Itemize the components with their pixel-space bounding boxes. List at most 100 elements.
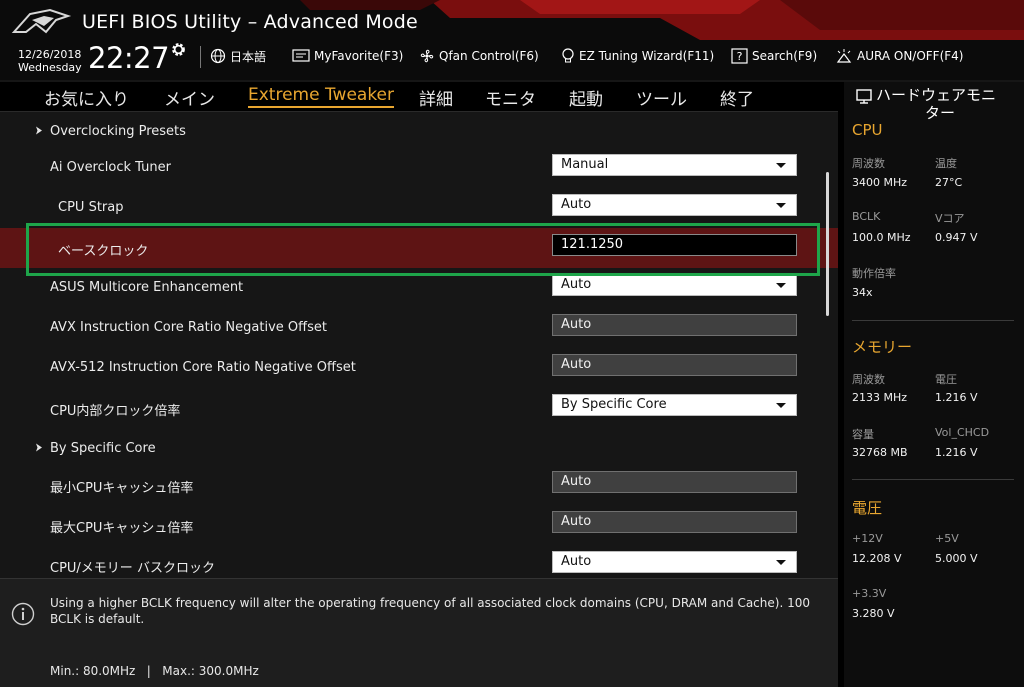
v5-label: +5V: [935, 532, 959, 545]
submenu-arrow-icon: [36, 443, 42, 452]
setting-label: CPU/メモリー バスクロック: [50, 561, 215, 576]
globe-icon: [210, 48, 226, 64]
setting-label: Overclocking Presets: [50, 124, 186, 139]
v33-value: 3.280 V: [852, 607, 895, 620]
cpu-ratio-label: 動作倍率: [852, 267, 896, 280]
qfan-control-label: Qfan Control(F6): [439, 49, 539, 63]
memory-chcd-label: Vol_CHCD: [935, 426, 990, 439]
setting-row-by-specific-core[interactable]: By Specific Core: [0, 429, 838, 469]
cpu-strap-dropdown[interactable]: Auto: [552, 194, 797, 216]
header-bar: UEFI BIOS Utility – Advanced Mode 12/26/…: [0, 0, 1024, 82]
help-description: Using a higher BCLK frequency will alter…: [50, 596, 810, 626]
setting-label: 最小CPUキャッシュ倍率: [50, 481, 194, 496]
tab-main[interactable]: メイン: [164, 85, 215, 110]
memory-capacity-label: 容量: [852, 428, 874, 441]
setting-row-overclocking-presets[interactable]: Overclocking Presets: [0, 112, 838, 152]
cpu-ratio-value: 34x: [852, 286, 873, 299]
setting-row-base-clock: ベースクロック 121.1250: [0, 228, 838, 268]
date-text: 12/26/2018: [18, 48, 82, 61]
help-panel: Using a higher BCLK frequency will alter…: [0, 578, 838, 687]
tab-advanced[interactable]: 詳細: [419, 85, 453, 110]
tab-monitor[interactable]: モニタ: [485, 85, 536, 110]
aura-icon: [836, 49, 852, 63]
gear-icon[interactable]: [170, 41, 187, 58]
memory-capacity-value: 32768 MB: [852, 446, 908, 459]
cpu-bclk-label: BCLK: [852, 210, 881, 223]
search-label: Search(F9): [752, 49, 818, 63]
search-button[interactable]: ? Search(F9): [731, 46, 817, 66]
search-icon: ?: [731, 48, 748, 64]
myfavorite-button[interactable]: MyFavorite(F3): [292, 46, 403, 66]
avx512-offset-field: Auto: [552, 354, 797, 376]
language-label: 日本語: [230, 49, 267, 64]
memory-volt-label: 電圧: [935, 373, 957, 386]
tab-boot[interactable]: 起動: [569, 85, 603, 110]
tab-tool[interactable]: ツール: [636, 85, 687, 110]
chevron-down-icon: [776, 203, 786, 208]
tab-favorites[interactable]: お気に入り: [44, 85, 129, 110]
setting-label: ASUS Multicore Enhancement: [50, 280, 244, 295]
header-divider: [200, 46, 201, 68]
aura-label: AURA ON/OFF(F4): [857, 49, 964, 63]
rog-logo-icon: [11, 8, 72, 34]
setting-row-avx512-offset: AVX-512 Instruction Core Ratio Negative …: [0, 348, 838, 388]
min-cache-ratio-field: Auto: [552, 471, 797, 493]
info-icon: [11, 602, 35, 626]
v5-value: 5.000 V: [935, 552, 978, 565]
memory-chcd-value: 1.216 V: [935, 446, 978, 459]
cpu-temp-value: 27°C: [935, 176, 963, 189]
cpu-section-title: CPU: [852, 121, 883, 139]
setting-label: By Specific Core: [50, 441, 156, 456]
settings-scrollbar[interactable]: [826, 172, 829, 316]
setting-label: CPU Strap: [58, 200, 124, 215]
setting-row-cpu-core-ratio: CPU内部クロック倍率 By Specific Core: [0, 388, 838, 428]
monitor-icon: [856, 89, 872, 104]
v12-value: 12.208 V: [852, 552, 902, 565]
chevron-down-icon: [776, 163, 786, 168]
setting-label: AVX-512 Instruction Core Ratio Negative …: [50, 360, 356, 375]
setting-label: 最大CPUキャッシュ倍率: [50, 521, 194, 536]
qfan-control-button[interactable]: Qfan Control(F6): [419, 46, 539, 66]
aura-toggle-button[interactable]: AURA ON/OFF(F4): [835, 46, 963, 66]
app-title: UEFI BIOS Utility – Advanced Mode: [82, 11, 418, 33]
setting-row-multicore-enhancement: ASUS Multicore Enhancement Auto: [0, 268, 838, 308]
multicore-enhancement-dropdown[interactable]: Auto: [552, 274, 797, 296]
dropdown-value: Auto: [561, 554, 592, 569]
memory-freq-label: 周波数: [852, 373, 885, 386]
language-button[interactable]: 日本語: [210, 46, 266, 66]
setting-row-max-cache-ratio: 最大CPUキャッシュ倍率 Auto: [0, 505, 838, 545]
settings-panel: Overclocking Presets Ai Overclock Tuner …: [0, 112, 838, 578]
cpu-vcore-label: Vコア: [935, 212, 965, 225]
memory-section-title: メモリー: [852, 338, 913, 356]
ai-overclock-tuner-dropdown[interactable]: Manual: [552, 154, 797, 176]
submenu-arrow-icon: [36, 126, 42, 135]
cpu-core-ratio-dropdown[interactable]: By Specific Core: [552, 394, 797, 416]
clock-display: 22:27: [88, 41, 170, 75]
monitor-title-line2: ター: [924, 104, 955, 122]
v33-label: +3.3V: [852, 587, 887, 600]
cpu-memory-bus-clock-dropdown[interactable]: Auto: [552, 551, 797, 573]
monitor-divider: [852, 320, 1014, 321]
base-clock-input[interactable]: 121.1250: [552, 234, 797, 256]
dropdown-value: By Specific Core: [561, 397, 667, 412]
chevron-down-icon: [776, 283, 786, 288]
hardware-monitor-panel: ハードウェアモニ ター CPU 周波数 温度 3400 MHz 27°C BCL…: [838, 82, 1024, 687]
ez-tuning-wizard-button[interactable]: EZ Tuning Wizard(F11): [561, 46, 714, 66]
setting-label: Ai Overclock Tuner: [50, 160, 171, 175]
tab-exit[interactable]: 終了: [720, 85, 754, 110]
setting-label: ベースクロック: [58, 244, 149, 259]
memory-freq-value: 2133 MHz: [852, 391, 908, 404]
tab-extreme-tweaker[interactable]: Extreme Tweaker: [248, 85, 395, 108]
cpu-bclk-value: 100.0 MHz: [852, 231, 911, 244]
setting-label: AVX Instruction Core Ratio Negative Offs…: [50, 320, 327, 335]
fan-icon: [420, 49, 434, 63]
monitor-title: ハードウェアモニ ター: [856, 86, 1024, 122]
bulb-icon: [562, 48, 574, 63]
chevron-down-icon: [776, 560, 786, 565]
setting-row-cpu-memory-bus-clock: CPU/メモリー バスクロック Auto: [0, 545, 838, 578]
setting-row-avx-offset: AVX Instruction Core Ratio Negative Offs…: [0, 308, 838, 348]
dropdown-value: Manual: [561, 157, 609, 172]
favorite-icon: [292, 49, 310, 62]
dropdown-value: Auto: [561, 277, 592, 292]
memory-volt-value: 1.216 V: [935, 391, 978, 404]
